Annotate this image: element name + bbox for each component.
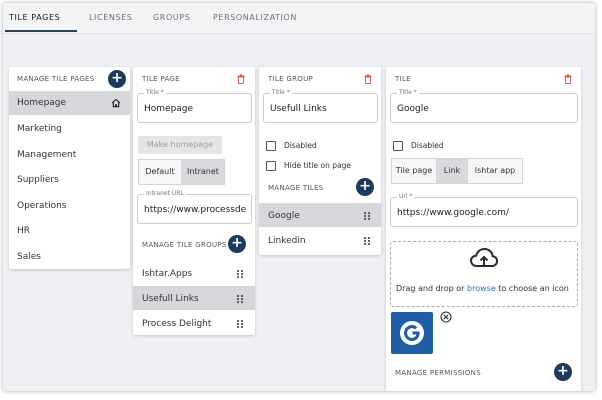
drop-suffix: to choose an icon bbox=[498, 284, 569, 293]
field-label: Url * bbox=[397, 193, 415, 200]
icon-dropzone[interactable]: Drag and drop or browse to choose an ico… bbox=[390, 241, 578, 307]
active-tab-indicator bbox=[5, 30, 77, 32]
drag-handle-icon[interactable] bbox=[237, 320, 243, 328]
tile-group-title-field[interactable]: Title * Usefull Links bbox=[263, 89, 378, 123]
tile-panel: TILE Title * Google Disabled Tile page L… bbox=[386, 67, 581, 391]
tab-groups[interactable]: GROUPS bbox=[153, 13, 190, 22]
segment-tile-page[interactable]: Tile page bbox=[391, 158, 437, 184]
app-frame: TILE PAGES LICENSES GROUPS PERSONALIZATI… bbox=[3, 3, 595, 391]
tile-title-field[interactable]: Title * Google bbox=[390, 89, 578, 123]
tile-label: Google bbox=[268, 211, 300, 221]
tile-icon-preview bbox=[391, 312, 433, 354]
tab-licenses[interactable]: LICENSES bbox=[89, 13, 132, 22]
tile-label[interactable]: Linkedin bbox=[268, 236, 306, 246]
add-permission-button[interactable]: + bbox=[554, 363, 572, 381]
hide-title-label: Hide title on page bbox=[284, 161, 351, 170]
make-homepage-button[interactable]: Make homepage bbox=[138, 136, 222, 154]
segment-intranet[interactable]: Intranet bbox=[181, 159, 225, 185]
drag-handle-icon[interactable] bbox=[364, 237, 370, 245]
field-value: Homepage bbox=[144, 104, 194, 114]
plus-icon: + bbox=[359, 178, 371, 194]
tile-page-title-field[interactable]: Title * Homepage bbox=[137, 89, 252, 123]
plus-icon: + bbox=[111, 70, 123, 86]
field-value: https://www.google.com/ bbox=[397, 208, 509, 218]
trash-icon[interactable] bbox=[364, 74, 372, 84]
drop-prefix: Drag and drop or bbox=[396, 284, 465, 293]
segment-ishtar-app[interactable]: Ishtar app bbox=[467, 158, 523, 184]
disabled-checkbox[interactable] bbox=[266, 141, 276, 151]
google-icon bbox=[400, 321, 424, 345]
trash-icon[interactable] bbox=[564, 74, 572, 84]
disabled-checkbox[interactable] bbox=[393, 141, 403, 151]
tile-page-label[interactable]: Marketing bbox=[17, 124, 62, 134]
tile-pages-title: MANAGE TILE PAGES bbox=[17, 75, 95, 83]
tile-group-title: TILE GROUP bbox=[268, 75, 314, 83]
tile-page-label[interactable]: Operations bbox=[17, 201, 66, 211]
intranet-url-field[interactable]: Intranet URL https://www.processde bbox=[137, 190, 252, 224]
tile-group-panel: TILE GROUP Title * Usefull Links Disable… bbox=[259, 67, 381, 255]
drag-handle-icon[interactable] bbox=[364, 212, 370, 220]
field-label: Title * bbox=[397, 89, 419, 96]
disabled-label: Disabled bbox=[411, 141, 444, 150]
manage-tile-groups-title: MANAGE TILE GROUPS bbox=[142, 241, 227, 249]
tile-page-label[interactable]: Management bbox=[17, 150, 76, 160]
field-value: Usefull Links bbox=[270, 104, 327, 114]
tile-pages-panel: MANAGE TILE PAGES + Homepage Marketing M… bbox=[9, 67, 130, 269]
tab-tile-pages[interactable]: TILE PAGES bbox=[9, 13, 60, 22]
field-label: Intranet URL bbox=[144, 190, 186, 197]
field-label: Title * bbox=[270, 89, 292, 96]
drag-handle-icon[interactable] bbox=[237, 270, 243, 278]
browse-link[interactable]: browse bbox=[467, 284, 496, 293]
segment-link[interactable]: Link bbox=[436, 158, 468, 184]
tab-personalization[interactable]: PERSONALIZATION bbox=[213, 13, 297, 22]
plus-icon: + bbox=[557, 363, 569, 379]
url-field[interactable]: Url * https://www.google.com/ bbox=[390, 193, 578, 227]
plus-icon: + bbox=[231, 235, 243, 251]
tile-page-label[interactable]: Suppliers bbox=[17, 175, 59, 185]
dropzone-text: Drag and drop or browse to choose an ico… bbox=[396, 284, 569, 293]
tile-group-label: Usefull Links bbox=[142, 294, 199, 304]
segment-default[interactable]: Default bbox=[138, 159, 182, 185]
home-icon bbox=[111, 98, 121, 108]
trash-icon[interactable] bbox=[237, 74, 245, 84]
field-label: Title * bbox=[144, 89, 166, 96]
tile-group-label[interactable]: Process Delight bbox=[142, 319, 211, 329]
close-circle-icon[interactable] bbox=[440, 311, 452, 323]
add-tile-button[interactable]: + bbox=[356, 178, 374, 196]
hide-title-checkbox[interactable] bbox=[266, 161, 276, 171]
tile-page-label[interactable]: Sales bbox=[17, 252, 41, 262]
tile-page-label[interactable]: HR bbox=[17, 226, 30, 236]
add-tile-group-button[interactable]: + bbox=[228, 235, 246, 253]
tile-page-title: TILE PAGE bbox=[142, 75, 180, 83]
tile-page-label: Homepage bbox=[17, 98, 67, 108]
manage-permissions-title: MANAGE PERMISSIONS bbox=[395, 369, 481, 377]
cloud-upload-icon bbox=[470, 248, 498, 267]
field-value: Google bbox=[397, 104, 429, 114]
drag-handle-icon[interactable] bbox=[237, 295, 243, 303]
field-value: https://www.processde bbox=[144, 205, 247, 215]
tile-page-panel: TILE PAGE Title * Homepage Make homepage… bbox=[133, 67, 255, 335]
list-item[interactable]: Homepage bbox=[9, 91, 130, 115]
manage-tiles-title: MANAGE TILES bbox=[268, 184, 324, 192]
disabled-label: Disabled bbox=[284, 141, 317, 150]
add-tile-page-button[interactable]: + bbox=[108, 70, 126, 88]
list-item[interactable]: Google bbox=[259, 203, 381, 227]
tab-bar: TILE PAGES LICENSES GROUPS PERSONALIZATI… bbox=[3, 3, 595, 34]
tile-group-label[interactable]: Ishtar.Apps bbox=[142, 269, 192, 279]
tile-title: TILE bbox=[395, 75, 411, 83]
list-item[interactable]: Usefull Links bbox=[133, 286, 255, 310]
